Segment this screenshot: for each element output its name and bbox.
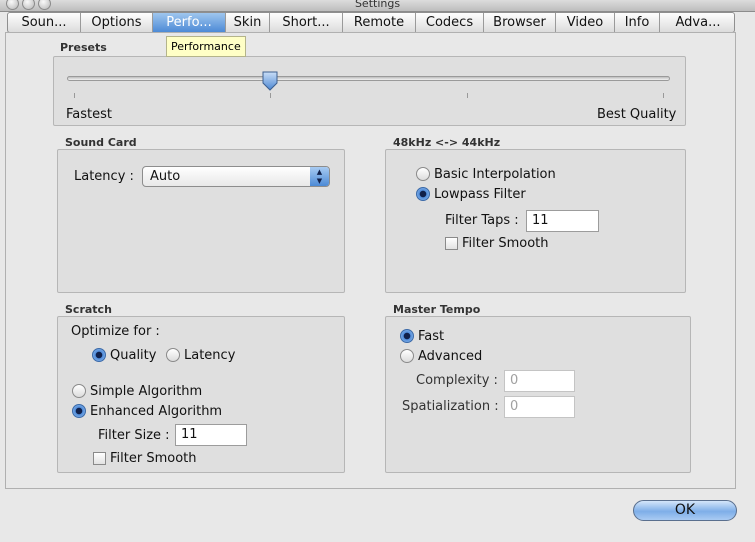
tab-bar: Soun... Options Perfo... Skin Short... Remote… [7,12,735,33]
sound-card-group-label: Sound Card [65,136,137,149]
optimize-quality-radio[interactable] [92,348,106,362]
basic-interpolation-radio[interactable] [416,167,430,181]
tab-options[interactable]: Options [81,13,153,32]
optimize-for-label: Optimize for : [71,324,160,339]
tempo-advanced-label: Advanced [418,349,483,364]
resample-filter-smooth-label: Filter Smooth [462,236,549,251]
window-title: Settings [354,0,401,10]
tooltip: Performance [166,36,246,57]
latency-select[interactable]: Auto ▲ ▼ [142,166,330,187]
basic-interpolation-label: Basic Interpolation [434,167,556,182]
slider-tick [270,93,271,98]
master-tempo-group-label: Master Tempo [393,303,481,316]
tempo-fast-radio[interactable] [400,329,414,343]
optimize-latency-radio[interactable] [166,348,180,362]
spatialization-input[interactable]: 0 [504,396,575,418]
slider-max-label: Best Quality [597,107,677,122]
ok-button[interactable]: OK [633,500,737,521]
optimize-quality-label: Quality [110,348,157,363]
latency-select-value: Auto [150,169,181,184]
tab-skin[interactable]: Skin [226,13,270,32]
enhanced-algorithm-radio[interactable] [72,404,86,418]
complexity-input[interactable]: 0 [504,370,575,392]
latency-label: Latency : [74,169,134,184]
presets-slider-track[interactable] [67,76,670,81]
filter-taps-label: Filter Taps : [445,213,519,228]
simple-algorithm-label: Simple Algorithm [90,384,203,399]
select-arrows-icon: ▲ ▼ [310,167,329,186]
tempo-fast-label: Fast [418,329,445,344]
tab-adva[interactable]: Adva... [660,13,736,32]
slider-tick [467,93,468,98]
scratch-filter-smooth-label: Filter Smooth [110,451,197,466]
presets-slider-knob[interactable] [261,71,279,91]
complexity-label: Complexity : [416,373,498,388]
tab-codecs[interactable]: Codecs [416,13,484,32]
tab-remote[interactable]: Remote [343,13,416,32]
simple-algorithm-radio[interactable] [72,384,86,398]
tab-soun[interactable]: Soun... [8,13,81,32]
slider-tick [74,93,75,98]
lowpass-filter-label: Lowpass Filter [434,187,526,202]
tempo-advanced-radio[interactable] [400,349,414,363]
slider-tick [663,93,664,98]
filter-size-input[interactable]: 11 [175,424,247,446]
enhanced-algorithm-label: Enhanced Algorithm [90,404,223,419]
resample-filter-smooth-checkbox[interactable] [445,237,458,250]
filter-size-label: Filter Size : [98,428,170,443]
resample-group-label: 48kHz <-> 44kHz [393,136,501,149]
tab-perfo[interactable]: Perfo... [153,13,226,32]
tab-browser[interactable]: Browser [484,13,556,32]
tab-short[interactable]: Short... [270,13,343,32]
optimize-latency-label: Latency [184,348,236,363]
title-bar: Settings [0,0,755,12]
scratch-filter-smooth-checkbox[interactable] [93,452,106,465]
tab-video[interactable]: Video [556,13,615,32]
lowpass-filter-radio[interactable] [416,187,430,201]
tab-info[interactable]: Info [615,13,660,32]
presets-group-label: Presets [60,41,107,54]
slider-min-label: Fastest [66,107,112,122]
scratch-group-label: Scratch [65,303,112,316]
presets-group [53,56,686,126]
spatialization-label: Spatialization : [402,399,499,414]
filter-taps-input[interactable]: 11 [526,210,599,232]
